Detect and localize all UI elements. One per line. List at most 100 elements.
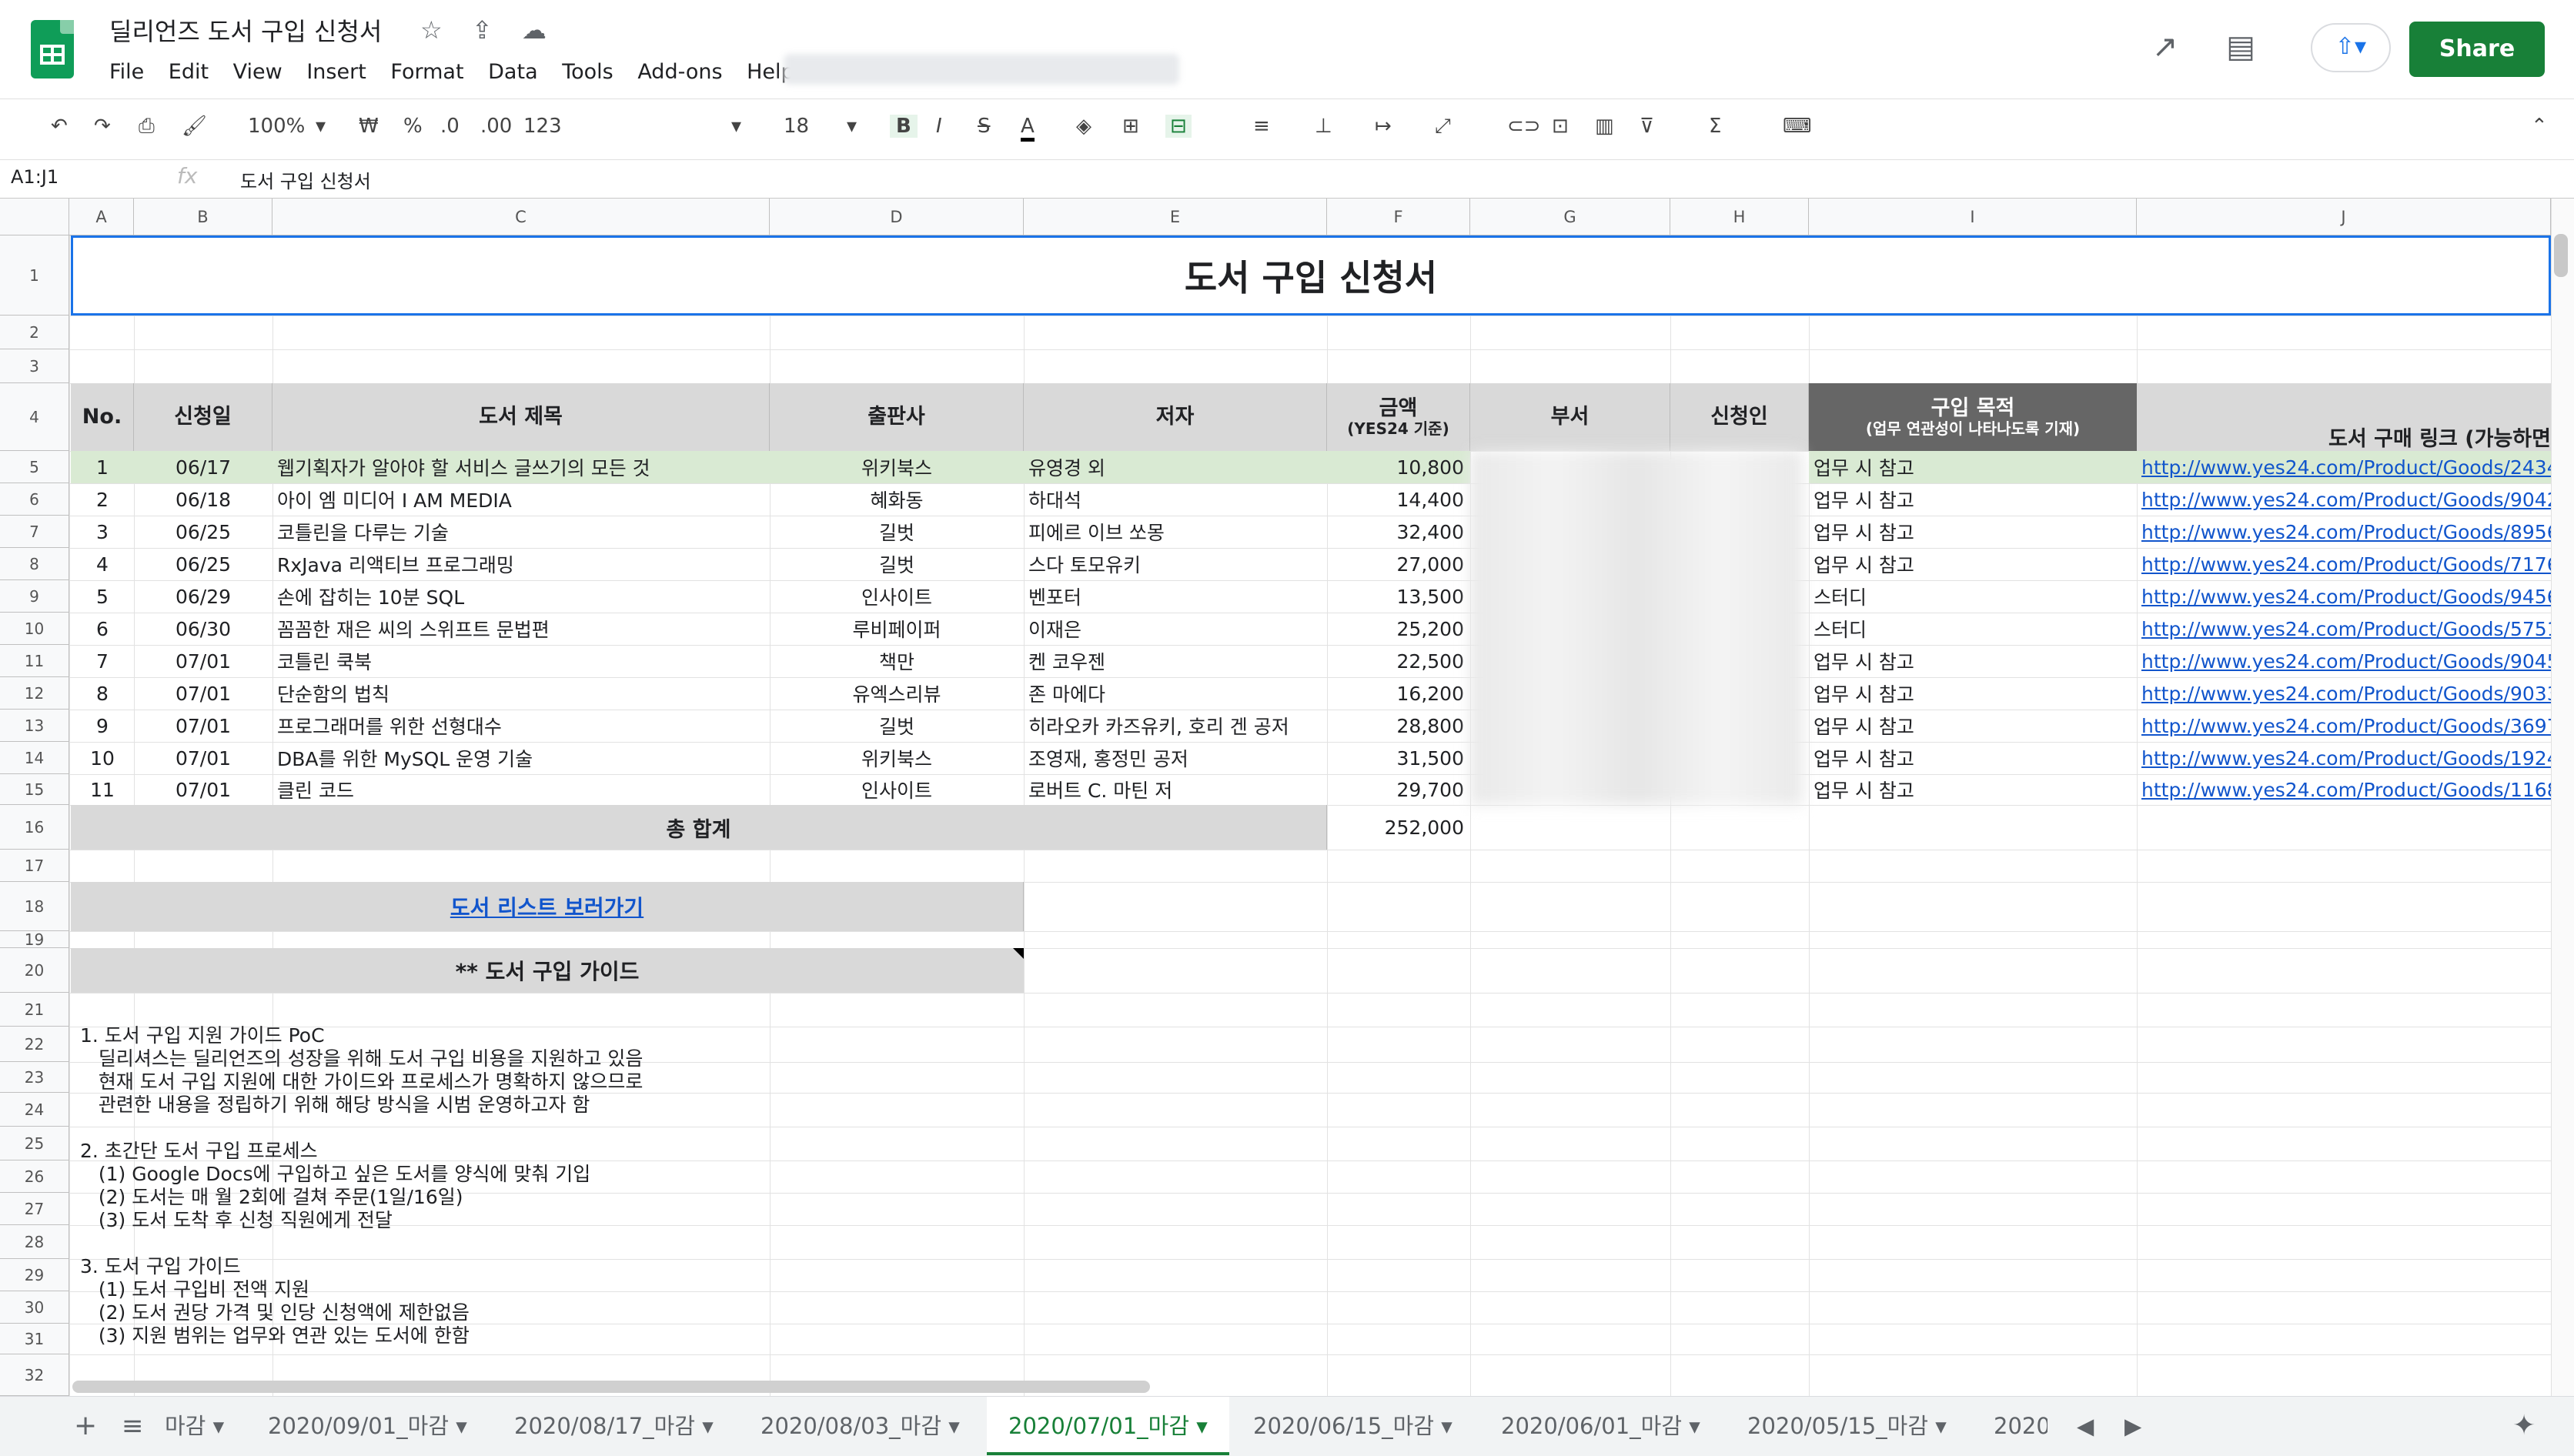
row-header[interactable]: 25 — [0, 1127, 69, 1160]
menu-format[interactable]: Format — [390, 60, 463, 84]
input-tools-icon[interactable]: ⌨ — [1783, 115, 1812, 138]
cell-author[interactable]: 로버트 C. 마틴 저 — [1024, 774, 1327, 805]
collapse-toolbar-icon[interactable]: ⌃ — [2531, 115, 2548, 138]
chevron-down-icon[interactable]: ▾ — [731, 115, 741, 138]
row-header[interactable]: 6 — [0, 483, 69, 516]
cell-publisher[interactable]: 책만 — [770, 645, 1024, 677]
cell-title[interactable]: 손에 잡히는 10분 SQL — [272, 580, 770, 613]
row-header[interactable]: 19 — [0, 930, 69, 949]
sheets-logo-icon[interactable] — [31, 20, 74, 78]
tab-2020-05-15[interactable]: 2020/05/15_마감 ▾ — [1747, 1397, 1947, 1455]
cell-author[interactable]: 스다 토모유키 — [1024, 548, 1327, 580]
tab-scroll-prev-icon[interactable]: ◀ — [2077, 1397, 2094, 1455]
cell-title[interactable]: 클린 코드 — [272, 774, 770, 805]
document-title[interactable]: 딜리언즈 도서 구입 신청서 — [109, 12, 382, 48]
row-header[interactable]: 2 — [0, 316, 69, 349]
cell-purpose[interactable]: 업무 시 참고 — [1809, 483, 2137, 516]
vertical-align-icon[interactable]: ⊥ — [1315, 115, 1332, 138]
cell-author[interactable]: 켄 코우젠 — [1024, 645, 1327, 677]
cell-date[interactable]: 06/18 — [134, 483, 272, 516]
cell-purpose[interactable]: 업무 시 참고 — [1809, 774, 2137, 805]
cell-title[interactable]: 아이 엠 미디어 I AM MEDIA — [272, 483, 770, 516]
cell-title[interactable]: 단순함의 법칙 — [272, 677, 770, 710]
cell-purpose[interactable]: 스터디 — [1809, 580, 2137, 613]
cell-link[interactable]: http://www.yes24.com/Product/Goods/11681… — [2137, 774, 2551, 805]
bold-button[interactable]: B — [890, 115, 918, 138]
row-header[interactable]: 29 — [0, 1259, 69, 1291]
cell-date[interactable]: 06/30 — [134, 613, 272, 645]
cell-link[interactable]: http://www.yes24.com/Product/Goods/71768… — [2137, 548, 2551, 580]
cell-publisher[interactable]: 길벗 — [770, 710, 1024, 742]
cell-purpose[interactable]: 업무 시 참고 — [1809, 516, 2137, 548]
cell-author[interactable]: 피에르 이브 쏘몽 — [1024, 516, 1327, 548]
cell-publisher[interactable]: 길벗 — [770, 548, 1024, 580]
row-header[interactable]: 1 — [0, 235, 69, 316]
row-header[interactable]: 28 — [0, 1225, 69, 1259]
add-sheet-icon[interactable]: + — [74, 1397, 97, 1455]
total-label[interactable]: 총 합계 — [71, 805, 1327, 850]
cell-title[interactable]: 코틀린을 다루는 기술 — [272, 516, 770, 548]
move-icon[interactable]: ⇪ — [472, 15, 493, 45]
cell-date[interactable]: 06/17 — [134, 451, 272, 483]
header-date[interactable]: 신청일 — [134, 383, 272, 451]
functions-icon[interactable]: Σ — [1709, 115, 1721, 138]
star-icon[interactable]: ☆ — [420, 15, 443, 45]
cell-no[interactable]: 8 — [71, 677, 134, 710]
font-select[interactable] — [580, 115, 742, 142]
menu-insert[interactable]: Insert — [306, 60, 366, 84]
row-header[interactable]: 30 — [0, 1291, 69, 1324]
merge-cells-icon[interactable]: ⊟ — [1165, 115, 1192, 138]
cell-publisher[interactable]: 인사이트 — [770, 774, 1024, 805]
cell-author[interactable]: 존 마에다 — [1024, 677, 1327, 710]
cell-publisher[interactable]: 인사이트 — [770, 580, 1024, 613]
decrease-decimal-button[interactable]: .0 — [440, 115, 460, 138]
all-sheets-icon[interactable]: ≡ — [122, 1397, 144, 1455]
cell-no[interactable]: 2 — [71, 483, 134, 516]
vertical-scroll-thumb[interactable] — [2554, 234, 2568, 277]
row-header[interactable]: 12 — [0, 677, 69, 710]
column-header-c[interactable]: C — [272, 199, 770, 235]
row-header[interactable]: 7 — [0, 516, 69, 548]
cell-no[interactable]: 1 — [71, 451, 134, 483]
row-header[interactable]: 20 — [0, 948, 69, 993]
tab-2020-07-01[interactable]: 2020/07/01_마감 ▾ — [987, 1397, 1229, 1455]
cell-price[interactable]: 22,500 — [1327, 645, 1470, 677]
cell-date[interactable]: 07/01 — [134, 677, 272, 710]
cloud-status-icon[interactable]: ☁ — [522, 15, 547, 45]
column-header-i[interactable]: I — [1809, 199, 2137, 235]
cell-link[interactable]: http://www.yes24.com/Product/Goods/90337… — [2137, 677, 2551, 710]
insert-comment-icon[interactable]: ⊡ — [1552, 115, 1569, 138]
insert-link-icon[interactable]: ⊂⊃ — [1507, 115, 1541, 138]
chevron-down-icon[interactable]: ▾ — [316, 115, 326, 138]
cell-purpose[interactable]: 스터디 — [1809, 613, 2137, 645]
insert-chart-icon[interactable]: ▥ — [1595, 115, 1614, 138]
cell-no[interactable]: 11 — [71, 774, 134, 805]
share-button[interactable]: Share — [2409, 22, 2545, 77]
cell-price[interactable]: 32,400 — [1327, 516, 1470, 548]
row-header[interactable]: 14 — [0, 742, 69, 774]
cell-publisher[interactable]: 혜화동 — [770, 483, 1024, 516]
cell-link[interactable]: http://www.yes24.com/Product/Goods/36979… — [2137, 710, 2551, 742]
column-header-g[interactable]: G — [1470, 199, 1670, 235]
tab-2020-08-17[interactable]: 2020/08/17_마감 ▾ — [514, 1397, 714, 1455]
tab-partial[interactable]: 마감 ▾ — [165, 1397, 224, 1455]
row-header[interactable]: 24 — [0, 1093, 69, 1127]
cell-no[interactable]: 5 — [71, 580, 134, 613]
header-link[interactable]: 도서 구매 링크 (가능하면 — [2137, 383, 2551, 451]
tab-2020-08-03[interactable]: 2020/08/03_마감 ▾ — [760, 1397, 960, 1455]
horizontal-align-icon[interactable]: ≡ — [1253, 115, 1270, 138]
undo-icon[interactable]: ↶ — [51, 115, 68, 138]
select-all-corner[interactable] — [0, 199, 69, 235]
cell-price[interactable]: 31,500 — [1327, 742, 1470, 774]
row-header[interactable]: 11 — [0, 645, 69, 677]
percent-format-button[interactable]: % — [403, 115, 423, 138]
row-header[interactable]: 16 — [0, 805, 69, 850]
cell-date[interactable]: 06/29 — [134, 580, 272, 613]
cell-date[interactable]: 07/01 — [134, 645, 272, 677]
guide-text[interactable]: 1. 도서 구입 지원 가이드 PoC 딜리셔스는 딜리언즈의 성장을 위해 도… — [80, 1024, 643, 1347]
row-header[interactable]: 22 — [0, 1027, 69, 1062]
cell-date[interactable]: 06/25 — [134, 516, 272, 548]
column-header-a[interactable]: A — [69, 199, 134, 235]
cell-no[interactable]: 4 — [71, 548, 134, 580]
row-header[interactable]: 27 — [0, 1193, 69, 1225]
